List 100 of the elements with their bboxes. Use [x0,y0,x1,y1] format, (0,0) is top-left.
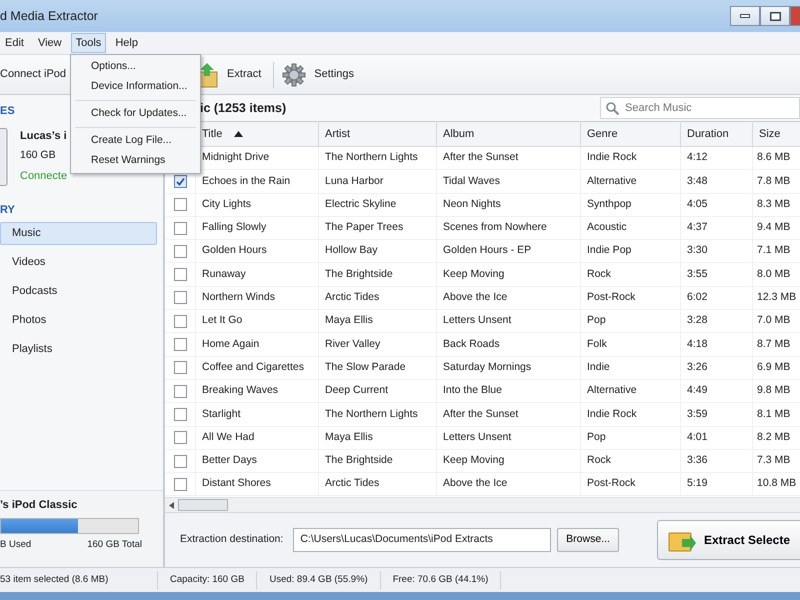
status-text: Used: 89.4 GB (55.9%) [257,570,381,590]
table-cell: Letters Unsent [436,310,580,333]
storage-total: 160 GB Total [87,538,142,552]
menu-item[interactable]: Help [110,32,143,54]
table-cell: Distant Shores [196,472,318,496]
table-cell: Arctic Tides [318,286,436,310]
minimize-icon [740,14,750,18]
menu-option[interactable]: Check for Updates... [73,104,198,124]
sidebar-item[interactable]: Playlists [0,338,157,361]
table-cell: 4:49 [680,379,752,403]
table-cell: Pop [580,310,680,333]
table-cell: Alternative [580,379,680,403]
table-cell: Let It Go [196,310,318,333]
table-cell: Rock [580,262,680,286]
table-cell: 6:02 [680,286,752,310]
sidebar-item[interactable]: Music [0,222,157,245]
browse-button[interactable]: Browse... [557,528,619,552]
table-cell: After the Sunset [436,146,580,170]
menu-option[interactable]: Create Log File... [73,131,198,151]
row-checkbox[interactable] [174,174,186,188]
menu-item[interactable]: View [32,32,67,54]
row-checkbox[interactable] [174,244,186,258]
row-checkbox[interactable] [174,361,186,374]
search-field[interactable]: Search Music [600,97,800,119]
table-cell: Home Again [196,332,318,356]
row-checkbox[interactable] [174,384,186,398]
table-cell: Luna Harbor [318,170,436,194]
table-cell: Northern Winds [196,286,318,310]
extract-selected-button[interactable]: Extract Selecte [656,520,800,560]
table-cell: 7.3 MB [752,449,800,473]
settings-button[interactable]: Settings [282,62,354,86]
table-cell: Post-Rock [580,286,680,310]
table-cell: 6.9 MB [752,356,800,380]
table-cell: Coffee and Cigarettes [196,356,318,380]
column-header[interactable]: Genre [580,122,680,146]
row-checkbox[interactable] [174,198,186,212]
row-checkbox[interactable] [174,222,186,235]
row-checkbox[interactable] [174,314,186,328]
column-header[interactable]: Duration [680,122,752,146]
table-cell: 4:05 [680,193,752,216]
table-cell: 8.3 MB [752,193,800,216]
table-cell: 12.3 MB [752,286,800,310]
scrollbar-thumb[interactable] [178,499,228,511]
table-cell: Post-Rock [580,472,680,496]
table-cell: 7.8 MB [752,170,800,194]
table-cell: 8.0 MB [752,262,800,286]
device-name: Lucas’s i [20,128,68,144]
column-header[interactable]: Album [436,122,580,146]
menu-item[interactable]: Tools [70,32,106,54]
menu-option[interactable]: Options... [73,57,198,77]
minimize-button[interactable] [730,6,760,26]
table-cell: The Paper Trees [318,216,436,240]
check-icon [176,176,184,186]
connect-button[interactable]: Connect iPod [0,66,66,83]
table-cell: Maya Ellis [318,310,436,333]
status-text: 53 item selected (8.6 MB) [0,570,158,590]
table-cell: Better Days [196,449,318,473]
table-cell: 4:37 [680,216,752,240]
table-cell: Synthpop [580,193,680,216]
table-cell: 4:18 [680,332,752,356]
destination-field[interactable]: C:\Users\Lucas\Documents\iPod Extracts [293,528,552,552]
scroll-left-icon [169,502,174,508]
row-checkbox[interactable] [174,268,186,282]
sidebar-item[interactable]: Podcasts [0,280,157,303]
row-checkbox[interactable] [174,478,186,491]
menu-item[interactable]: Edit [0,32,29,54]
menu-option[interactable]: Reset Warnings [73,151,198,171]
column-header[interactable]: Artist [318,122,436,146]
table-cell: 9.8 MB [752,379,800,403]
table-cell: 8.7 MB [752,332,800,356]
row-checkbox[interactable] [174,431,186,444]
table-cell: Indie Rock [580,402,680,426]
row-checkbox[interactable] [174,338,186,352]
table-cell: All We Had [196,426,318,450]
table-cell: Acoustic [580,216,680,240]
table-cell: Into the Blue [436,379,580,403]
table-cell: The Brightside [318,449,436,473]
table-cell: River Valley [318,332,436,356]
table-cell: 3:48 [680,170,752,194]
row-checkbox[interactable] [174,454,186,468]
maximize-icon [770,12,780,20]
table-cell: The Brightside [318,262,436,286]
section-header: ES [0,104,15,119]
table-cell: 4:12 [680,146,752,170]
table-cell: The Slow Parade [318,356,436,380]
table-cell: 7.1 MB [752,240,800,263]
row-checkbox[interactable] [174,408,186,421]
section-header: RY [0,202,15,218]
sidebar-item[interactable]: Videos [0,251,157,274]
maximize-button[interactable] [760,6,790,26]
row-checkbox[interactable] [174,291,186,304]
sidebar-item[interactable]: Photos [0,309,157,332]
search-icon [606,102,619,115]
table-cell: 3:30 [680,240,752,263]
column-header[interactable]: Size [752,122,800,146]
destination-label: Extraction destination: [180,532,284,548]
table-cell: Keep Moving [436,262,580,286]
horizontal-scrollbar[interactable] [165,497,800,512]
menu-option[interactable]: Device Information... [73,77,198,97]
table-cell: City Lights [196,193,318,216]
